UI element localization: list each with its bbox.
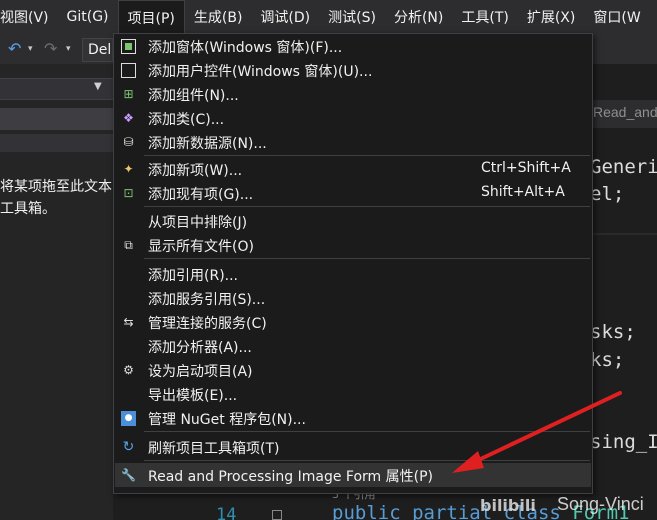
toolbox-search[interactable] — [0, 134, 113, 152]
menu-item-add-class[interactable]: ❖ 添加类(C)... — [115, 106, 591, 130]
code-keyword: public — [332, 502, 401, 520]
line-number: 14 — [216, 505, 237, 520]
menu-item-add-analyzer[interactable]: 添加分析器(A)... — [115, 334, 591, 358]
menu-item-label: 添加引用(R)... — [148, 268, 239, 284]
menu-test[interactable]: 测试(S) — [319, 0, 385, 34]
menu-item-set-startup-project[interactable]: ⚙ 设为启动项目(A) — [115, 358, 591, 382]
menu-item-exclude-from-project[interactable]: 从项目中排除(J) — [115, 209, 591, 233]
menu-item-properties[interactable]: 🔧 Read and Processing Image Form 属性(P) — [115, 463, 591, 487]
menu-item-label: 添加组件(N)... — [148, 88, 239, 104]
menu-item-refresh-toolbox[interactable]: ↻ 刷新项目工具箱项(T) — [115, 435, 591, 459]
menu-item-label: 添加现有项(G)... — [148, 187, 254, 203]
redo-dropdown-icon[interactable]: ▾ — [66, 44, 71, 54]
undo-icon[interactable]: ↶ — [8, 39, 21, 58]
code-fragment: el; — [590, 183, 625, 205]
menu-separator — [144, 258, 590, 259]
chevron-down-icon[interactable]: ▼ — [94, 81, 102, 92]
add-class-icon: ❖ — [123, 111, 134, 125]
toolbox-panel — [0, 64, 113, 520]
menu-item-label: 从项目中排除(J) — [148, 215, 248, 231]
toolbox-empty-message: 将某项拖至此文本 工具箱。 — [0, 176, 112, 220]
watermark-logo: bilibili — [480, 496, 536, 515]
menu-item-label: 刷新项目工具箱项(T) — [148, 441, 280, 457]
code-fragment: ks; — [590, 349, 625, 371]
menu-separator — [144, 155, 590, 156]
code-separator — [593, 233, 657, 235]
menu-item-add-new-item[interactable]: ✦ 添加新项(W)... Ctrl+Shift+A — [115, 157, 591, 181]
solution-configuration-combo[interactable]: Del — [82, 38, 113, 62]
menu-item-add-form[interactable]: 添加窗体(Windows 窗体)(F)... — [115, 34, 591, 58]
show-all-files-icon: ⧉ — [124, 238, 133, 252]
code-fragment: sks; — [590, 321, 636, 343]
menu-bar: 视图(V) Git(G) 项目(P) 生成(B) 调试(D) 测试(S) 分析(… — [0, 0, 657, 34]
menu-item-add-component[interactable]: ⊞ 添加组件(N)... — [115, 82, 591, 106]
menu-item-label: 添加新项(W)... — [148, 163, 243, 179]
menu-item-label: 管理 NuGet 程序包(N)... — [148, 412, 306, 428]
add-component-icon: ⊞ — [123, 87, 134, 101]
menu-item-add-existing-item[interactable]: ⊡ 添加现有项(G)... Shift+Alt+A — [115, 181, 591, 205]
menu-item-label: 显示所有文件(O) — [148, 239, 254, 255]
menu-item-manage-nuget[interactable]: ● 管理 NuGet 程序包(N)... — [115, 406, 591, 430]
toolbox-header-strip — [0, 108, 113, 130]
code-fragment: Generi — [590, 156, 657, 178]
fold-toggle-icon[interactable] — [272, 510, 282, 520]
menu-item-add-data-source[interactable]: ⛁ 添加新数据源(N)... — [115, 130, 591, 154]
menu-item-label: 添加用户控件(Windows 窗体)(U)... — [148, 64, 373, 80]
menu-item-manage-connected-services[interactable]: ⇆ 管理连接的服务(C) — [115, 310, 591, 334]
editor-tab[interactable]: Read_and_ — [593, 104, 657, 120]
menu-item-label: Read and Processing Image Form 属性(P) — [148, 469, 434, 485]
code-fragment: sing_I — [590, 431, 657, 453]
menu-project[interactable]: 项目(P) — [117, 0, 185, 34]
gear-icon: ⚙ — [123, 363, 134, 377]
toolbox-message-line2: 工具箱。 — [0, 201, 56, 217]
toolbar-right — [593, 34, 657, 64]
menu-separator — [144, 431, 590, 432]
menu-view[interactable]: 视图(V) — [0, 0, 58, 34]
menu-analyze[interactable]: 分析(N) — [385, 0, 452, 34]
menu-item-add-reference[interactable]: 添加引用(R)... — [115, 262, 591, 286]
menu-item-export-template[interactable]: 导出模板(E)... — [115, 382, 591, 406]
menu-item-label: 添加类(C)... — [148, 112, 225, 128]
menu-item-label: 添加分析器(A)... — [148, 340, 252, 356]
menu-item-shortcut: Shift+Alt+A — [481, 184, 565, 200]
add-data-source-icon: ⛁ — [123, 135, 134, 149]
menu-extensions[interactable]: 扩展(X) — [518, 0, 585, 34]
menu-item-label: 添加窗体(Windows 窗体)(F)... — [148, 40, 343, 56]
menu-git[interactable]: Git(G) — [58, 0, 118, 34]
menu-item-label: 添加新数据源(N)... — [148, 136, 267, 152]
menu-item-label: 设为启动项目(A) — [148, 364, 253, 380]
redo-icon[interactable]: ↷ — [44, 39, 57, 58]
menu-item-add-service-reference[interactable]: 添加服务引用(S)... — [115, 286, 591, 310]
menu-item-add-user-control[interactable]: 添加用户控件(Windows 窗体)(U)... — [115, 58, 591, 82]
nuget-icon: ● — [121, 411, 136, 426]
add-new-item-icon: ✦ — [123, 162, 134, 176]
menu-window[interactable]: 窗口(W — [584, 0, 649, 34]
add-user-control-icon — [121, 63, 136, 78]
menu-item-shortcut: Ctrl+Shift+A — [481, 160, 571, 176]
connected-services-icon: ⇆ — [123, 315, 134, 329]
refresh-icon: ↻ — [122, 439, 135, 455]
menu-item-label: 导出模板(E)... — [148, 388, 238, 404]
watermark-text: Song-Vinci — [557, 494, 644, 514]
project-menu: 添加窗体(Windows 窗体)(F)... 添加用户控件(Windows 窗体… — [113, 33, 593, 494]
menu-item-label: 添加服务引用(S)... — [148, 292, 266, 308]
undo-dropdown-icon[interactable]: ▾ — [28, 44, 33, 54]
visual-studio-window: 视图(V) Git(G) 项目(P) 生成(B) 调试(D) 测试(S) 分析(… — [0, 0, 657, 520]
menu-item-label: 管理连接的服务(C) — [148, 316, 267, 332]
toolbox-message-line1: 将某项拖至此文本 — [0, 179, 112, 195]
wrench-icon: 🔧 — [121, 468, 136, 482]
menu-item-show-all-files[interactable]: ⧉ 显示所有文件(O) — [115, 233, 591, 257]
add-form-icon — [121, 39, 136, 54]
menu-build[interactable]: 生成(B) — [185, 0, 252, 34]
menu-debug[interactable]: 调试(D) — [251, 0, 319, 34]
menu-separator — [144, 206, 590, 207]
menu-separator — [144, 460, 590, 461]
add-existing-item-icon: ⊡ — [123, 186, 134, 200]
menu-tools[interactable]: 工具(T) — [452, 0, 517, 34]
